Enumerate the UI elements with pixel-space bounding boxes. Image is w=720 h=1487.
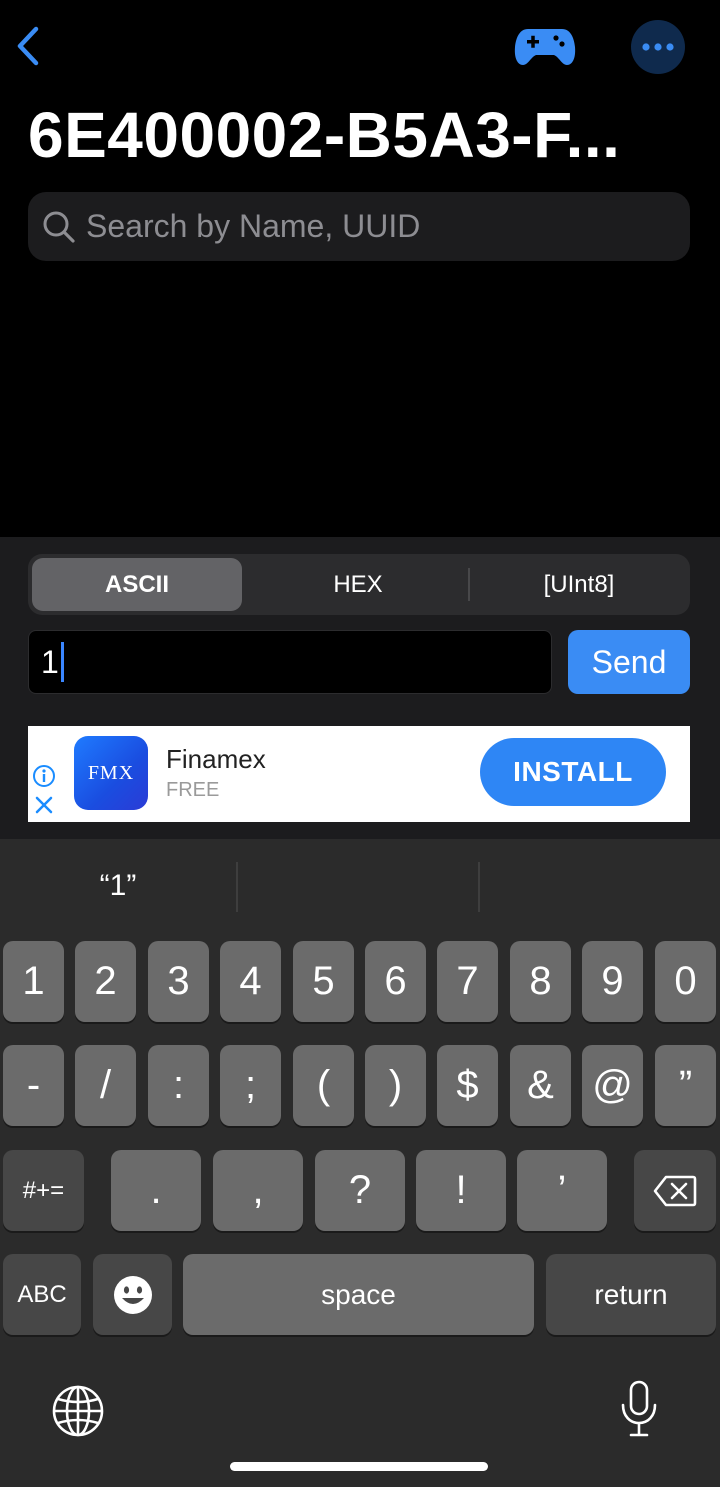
- info-icon[interactable]: [32, 764, 56, 788]
- format-segmented-control: ASCII HEX [UInt8]: [28, 554, 690, 615]
- key-apostrophe[interactable]: ’: [517, 1150, 607, 1231]
- gamepad-icon: [514, 29, 576, 65]
- key-abc[interactable]: ABC: [3, 1254, 81, 1335]
- gamepad-button[interactable]: [512, 24, 578, 70]
- key-4[interactable]: 4: [220, 941, 281, 1022]
- suggestion-2[interactable]: [238, 856, 478, 916]
- key-slash[interactable]: /: [75, 1045, 136, 1126]
- app-icon[interactable]: FMX: [74, 736, 148, 810]
- segment-divider: [468, 568, 470, 601]
- key-1[interactable]: 1: [3, 941, 64, 1022]
- key-9[interactable]: 9: [582, 941, 643, 1022]
- tab-ascii[interactable]: ASCII: [32, 558, 242, 611]
- key-6[interactable]: 6: [365, 941, 426, 1022]
- key-more-symbols[interactable]: #+=: [3, 1150, 84, 1231]
- emoji-key[interactable]: [93, 1254, 172, 1335]
- page-title: 6E400002-B5A3-F...: [28, 99, 621, 171]
- install-button[interactable]: INSTALL: [480, 738, 666, 806]
- tab-hex[interactable]: HEX: [252, 558, 464, 611]
- key-exclamation[interactable]: !: [416, 1150, 506, 1231]
- space-key[interactable]: space: [183, 1254, 534, 1335]
- backspace-icon: [653, 1175, 697, 1206]
- key-quote[interactable]: ”: [655, 1045, 716, 1126]
- search-bar[interactable]: [28, 192, 690, 261]
- close-icon[interactable]: [33, 794, 55, 816]
- dictation-button[interactable]: [614, 1378, 664, 1440]
- globe-button[interactable]: [50, 1383, 106, 1439]
- text-caret: [60, 642, 64, 682]
- key-8[interactable]: 8: [510, 941, 571, 1022]
- tab-uint8[interactable]: [UInt8]: [472, 558, 686, 611]
- return-key[interactable]: return: [546, 1254, 716, 1335]
- key-0[interactable]: 0: [655, 941, 716, 1022]
- key-comma[interactable]: ,: [213, 1150, 303, 1231]
- key-period[interactable]: .: [111, 1150, 201, 1231]
- ad-app-price: FREE: [166, 779, 220, 801]
- key-5[interactable]: 5: [293, 941, 354, 1022]
- key-7[interactable]: 7: [437, 941, 498, 1022]
- key-question[interactable]: ?: [315, 1150, 405, 1231]
- ad-banner[interactable]: FMX Finamex FREE INSTALL: [28, 726, 690, 822]
- key-colon[interactable]: :: [148, 1045, 209, 1126]
- send-button[interactable]: Send: [568, 630, 690, 694]
- send-text-value: 1: [41, 643, 59, 680]
- search-icon: [42, 210, 76, 244]
- search-input[interactable]: [86, 208, 666, 245]
- key-2[interactable]: 2: [75, 941, 136, 1022]
- microphone-icon: [621, 1380, 657, 1437]
- key-open-paren[interactable]: (: [293, 1045, 354, 1126]
- more-button[interactable]: [631, 20, 685, 74]
- backspace-key[interactable]: [634, 1150, 716, 1231]
- ad-app-name: Finamex: [166, 744, 266, 774]
- suggestion-3[interactable]: [480, 856, 720, 916]
- key-close-paren[interactable]: ): [365, 1045, 426, 1126]
- suggestion-1[interactable]: “1”: [0, 856, 236, 916]
- ellipsis-icon: [642, 43, 674, 51]
- key-hyphen[interactable]: -: [3, 1045, 64, 1126]
- chevron-left-icon: [17, 26, 39, 66]
- send-text-field[interactable]: 1: [28, 630, 552, 694]
- key-dollar[interactable]: $: [437, 1045, 498, 1126]
- key-semicolon[interactable]: ;: [220, 1045, 281, 1126]
- key-3[interactable]: 3: [148, 941, 209, 1022]
- key-at[interactable]: @: [582, 1045, 643, 1126]
- key-ampersand[interactable]: &: [510, 1045, 571, 1126]
- emoji-icon: [113, 1275, 152, 1314]
- globe-icon: [52, 1385, 104, 1437]
- home-indicator[interactable]: [230, 1462, 488, 1471]
- back-button[interactable]: [8, 24, 48, 68]
